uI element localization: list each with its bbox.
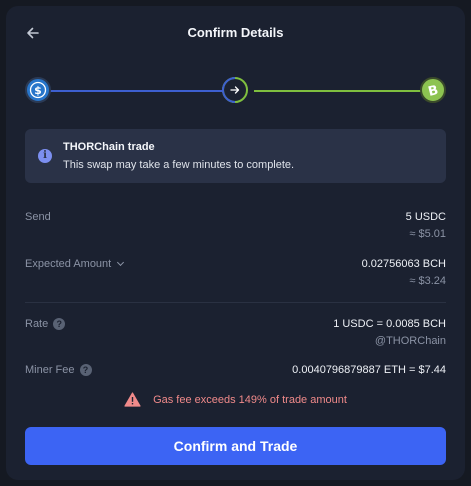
send-usd-value: ≈ $5.01: [409, 228, 446, 240]
send-row: Send 5 USDC ≈ $5.01: [25, 211, 446, 245]
route-line-to: [254, 90, 424, 92]
expected-amount-label: Expected Amount: [25, 258, 112, 270]
swap-route: $ B: [25, 77, 446, 105]
gas-fee-warning: Gas fee exceeds 149% of trade amount: [6, 392, 465, 407]
warning-triangle-icon: [124, 392, 141, 407]
miner-fee-row: Miner Fee ? 0.0040796879887 ETH = $7.44: [25, 364, 446, 380]
notice-text: This swap may take a few minutes to comp…: [63, 159, 295, 171]
expected-amount-usd-value: ≈ $3.24: [409, 275, 446, 287]
expected-amount-value: 0.02756063 BCH: [361, 258, 446, 270]
confirm-details-card: Confirm Details $ B i THORChain trade Th…: [6, 6, 465, 480]
bitcoin-cash-icon: B: [420, 77, 446, 103]
rate-provider: @THORChain: [374, 335, 446, 347]
send-label: Send: [25, 211, 51, 223]
notice-title: THORChain trade: [63, 141, 155, 153]
warning-text: Gas fee exceeds 149% of trade amount: [153, 393, 347, 406]
usdc-icon: $: [25, 77, 51, 103]
expected-amount-toggle[interactable]: Expected Amount: [25, 258, 125, 270]
divider: [25, 302, 446, 303]
info-icon: i: [38, 149, 52, 163]
confirm-and-trade-button[interactable]: Confirm and Trade: [25, 427, 446, 465]
arrow-right-icon: [222, 77, 248, 103]
header: Confirm Details: [6, 6, 465, 62]
miner-fee-label: Miner Fee: [25, 364, 75, 376]
route-line-from: [49, 90, 227, 92]
send-value: 5 USDC: [405, 211, 446, 223]
svg-text:B: B: [427, 83, 440, 99]
help-icon[interactable]: ?: [53, 318, 66, 330]
help-icon[interactable]: ?: [79, 364, 92, 376]
chevron-down-icon: [117, 258, 125, 267]
rate-value: 1 USDC = 0.0085 BCH: [333, 318, 446, 330]
page-title: Confirm Details: [187, 25, 284, 40]
rate-row: Rate ? 1 USDC = 0.0085 BCH @THORChain: [25, 318, 446, 352]
svg-text:$: $: [34, 84, 42, 97]
miner-fee-value: 0.0040796879887 ETH = $7.44: [292, 364, 446, 376]
expected-amount-row: Expected Amount 0.02756063 BCH ≈ $3.24: [25, 258, 446, 292]
thorchain-notice: i THORChain trade This swap may take a f…: [25, 129, 446, 183]
rate-label: Rate: [25, 318, 49, 330]
